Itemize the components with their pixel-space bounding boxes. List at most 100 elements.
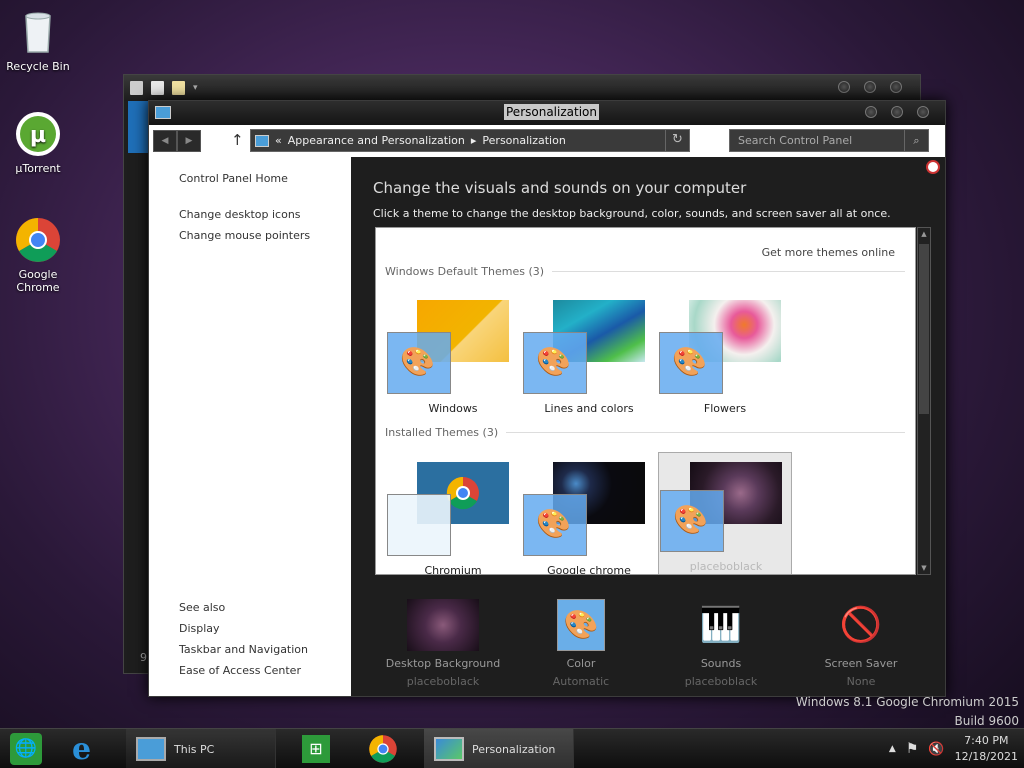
breadcrumb-arrow-icon[interactable]: ▸	[471, 134, 477, 147]
taskbar-personalization[interactable]: Personalization	[424, 729, 574, 768]
chevron-down-icon[interactable]: ▾	[193, 83, 198, 93]
up-arrow-icon[interactable]: ↑	[231, 131, 244, 149]
control-panel-icon	[255, 134, 269, 147]
close-icon[interactable]	[926, 160, 940, 174]
maximize-button[interactable]	[891, 106, 903, 118]
minimize-button[interactable]	[865, 106, 877, 118]
themes-scrollbar[interactable]: ▲ ▼	[917, 227, 931, 575]
volume-muted-icon[interactable]: 🔇	[928, 742, 944, 757]
internet-explorer-button[interactable]: e	[72, 729, 91, 768]
option-value: Automatic	[552, 675, 610, 688]
computer-icon	[130, 81, 143, 95]
theme-placeboblack[interactable]: 🎨 placeboblack	[658, 452, 792, 574]
back-button[interactable]: ◀	[153, 130, 177, 152]
theme-windows[interactable]: 🎨 Windows	[386, 294, 520, 418]
maximize-button[interactable]	[864, 81, 876, 93]
bg-window-accent	[128, 101, 150, 153]
taskbar-this-pc[interactable]: This PC	[126, 729, 276, 768]
personalization-window[interactable]: Personalization ◀ ▶ ↑ « Appearance and P…	[148, 100, 946, 697]
refresh-icon[interactable]: ↻	[665, 130, 689, 151]
window-controls	[865, 106, 929, 118]
theme-google-chrome[interactable]: 🎨 Google chrome	[522, 456, 656, 574]
sounds-option[interactable]: 🎹 Sounds placeboblack	[651, 599, 791, 688]
option-value: placeboblack	[684, 675, 758, 688]
clock[interactable]: 7:40 PM 12/18/2021	[955, 733, 1018, 765]
search-icon[interactable]: ⌕	[904, 130, 928, 151]
start-button[interactable]: 🌐	[10, 729, 42, 768]
bg-window-stray-text: 9	[140, 651, 147, 664]
nav-buttons: ◀ ▶	[153, 130, 201, 152]
utorrent-desktop-icon[interactable]: µ µTorrent	[4, 110, 72, 175]
close-button[interactable]	[917, 106, 929, 118]
close-button[interactable]	[890, 81, 902, 93]
theme-flowers[interactable]: 🎨 Flowers	[658, 294, 792, 418]
address-bar[interactable]: « Appearance and Personalization ▸ Perso…	[250, 129, 690, 152]
default-themes-group: Windows Default Themes (3)	[385, 265, 905, 278]
color-option[interactable]: 🎨 Color Automatic	[511, 599, 651, 688]
breadcrumb-personalization[interactable]: Personalization	[482, 134, 565, 147]
forward-button[interactable]: ▶	[177, 130, 201, 152]
store-button[interactable]: ⊞	[302, 729, 330, 768]
clock-date: 12/18/2021	[954, 750, 1018, 763]
search-placeholder: Search Control Panel	[738, 134, 853, 147]
installed-themes-group: Installed Themes (3)	[385, 426, 905, 439]
chrome-icon	[14, 216, 62, 264]
sidebar: Control Panel Home Change desktop icons …	[149, 157, 351, 696]
color-palette-icon: 🎨	[557, 599, 605, 651]
title-bar[interactable]: Personalization	[149, 101, 945, 125]
theme-lines-and-colors[interactable]: 🎨 Lines and colors	[522, 294, 656, 418]
sidebar-link-display[interactable]: Display	[179, 622, 220, 635]
theme-name: Flowers	[703, 402, 747, 415]
build-watermark: Windows 8.1 Google Chromium 2015 Build 9…	[796, 693, 1019, 731]
svg-text:µ: µ	[30, 123, 46, 148]
get-more-themes-link[interactable]: Get more themes online	[762, 246, 895, 259]
network-icon[interactable]: ⚑	[906, 741, 919, 757]
system-tray: ▲ ⚑ 🔇 7:40 PM 12/18/2021	[889, 729, 1018, 768]
bg-window-controls	[838, 81, 902, 93]
theme-name: Chromium	[424, 564, 482, 575]
sidebar-link-taskbar-navigation[interactable]: Taskbar and Navigation	[179, 643, 308, 656]
screen-saver-option[interactable]: 🚫 Screen Saver None	[791, 599, 931, 688]
taskbar: 🌐 e This PC ⊞ Personalization ▲ ⚑ 🔇 7:40…	[0, 728, 1024, 768]
color-palette-icon: 🎨	[523, 494, 587, 556]
chrome-taskbar-button[interactable]	[368, 729, 398, 768]
search-input[interactable]: Search Control Panel ⌕	[729, 129, 929, 152]
color-palette-icon	[387, 494, 451, 556]
page-title: Change the visuals and sounds on your co…	[373, 179, 747, 197]
watermark-os-name: Windows 8.1 Google Chromium 2015	[795, 695, 1019, 709]
sidebar-link-control-panel-home[interactable]: Control Panel Home	[179, 172, 288, 185]
desktop-background-option[interactable]: Desktop Background placeboblack	[373, 599, 513, 688]
theme-chromium[interactable]: Chromium	[386, 456, 520, 575]
color-palette-icon: 🎨	[523, 332, 587, 394]
minimize-button[interactable]	[838, 81, 850, 93]
chrome-icon	[369, 735, 397, 763]
show-hidden-icons-chevron-up-icon[interactable]: ▲	[889, 744, 896, 754]
sidebar-link-change-mouse-pointers[interactable]: Change mouse pointers	[179, 229, 310, 242]
desktop-background-thumbnail	[407, 599, 479, 651]
recycle-bin-label: Recycle Bin	[6, 60, 70, 73]
scroll-down-icon[interactable]: ▼	[918, 564, 930, 572]
breadcrumb-appearance[interactable]: Appearance and Personalization	[288, 134, 465, 147]
properties-icon[interactable]	[151, 81, 164, 95]
themes-list: Get more themes online Windows Default T…	[375, 227, 916, 575]
taskbar-label: This PC	[174, 742, 215, 756]
sidebar-link-ease-of-access[interactable]: Ease of Access Center	[179, 664, 301, 677]
internet-explorer-icon: e	[72, 731, 92, 767]
color-palette-icon: 🎨	[387, 332, 451, 394]
google-chrome-desktop-icon[interactable]: Google Chrome	[4, 216, 72, 294]
window-title: Personalization	[504, 104, 599, 120]
sidebar-link-change-desktop-icons[interactable]: Change desktop icons	[179, 208, 301, 221]
utorrent-icon: µ	[14, 110, 62, 158]
see-also-heading: See also	[179, 601, 226, 614]
color-palette-icon: 🎨	[660, 490, 724, 552]
scroll-thumb[interactable]	[919, 244, 929, 414]
utorrent-label: µTorrent	[15, 162, 61, 175]
scroll-up-icon[interactable]: ▲	[918, 230, 930, 238]
clock-time: 7:40 PM	[964, 734, 1009, 747]
default-themes-label: Windows Default Themes (3)	[385, 265, 545, 278]
recycle-bin-desktop-icon[interactable]: Recycle Bin	[4, 8, 72, 73]
new-folder-icon[interactable]	[172, 81, 185, 95]
option-value: None	[846, 675, 876, 688]
installed-themes-label: Installed Themes (3)	[385, 426, 499, 439]
store-icon: ⊞	[302, 735, 330, 763]
